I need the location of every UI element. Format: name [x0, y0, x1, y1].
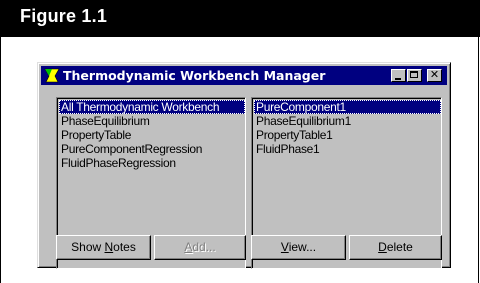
list-item[interactable]: PhaseEquilibrium [59, 114, 245, 128]
add-button[interactable]: Add... [154, 235, 246, 260]
view-button[interactable]: View... [251, 235, 346, 260]
list-item[interactable]: All Thermodynamic Workbench [59, 100, 245, 114]
list-item[interactable]: PureComponentRegression [59, 142, 245, 156]
list-item[interactable]: FluidPhaseRegression [59, 156, 245, 170]
maximize-button[interactable] [407, 69, 422, 82]
add-suffix: dd... [192, 240, 216, 254]
view-suffix: iew... [288, 240, 317, 254]
minimize-button[interactable] [391, 69, 406, 82]
delete-suffix: elete [386, 240, 413, 254]
list-item[interactable]: FluidPhase1 [254, 142, 441, 156]
list-item[interactable]: PropertyTable1 [254, 128, 441, 142]
show-notes-suffix: otes [113, 240, 136, 254]
close-icon: ✕ [429, 68, 440, 81]
show-notes-prefix: Show [71, 240, 105, 254]
delete-mnemonic: D [378, 240, 387, 254]
show-notes-mnemonic: N [104, 240, 114, 254]
show-notes-button[interactable]: Show Notes [56, 235, 151, 260]
maximize-icon [410, 71, 418, 78]
view-mnemonic: V [280, 240, 289, 254]
workbench-manager-window: Thermodynamic Workbench Manager ✕ All Th… [37, 62, 451, 269]
workbench-instances-items: PureComponent1 PhaseEquilibrium1 PropertyT… [254, 100, 441, 156]
delete-button[interactable]: Delete [349, 235, 442, 260]
close-button[interactable]: ✕ [427, 69, 442, 82]
list-item[interactable]: PropertyTable [59, 128, 245, 142]
minimize-icon [395, 78, 401, 80]
figure-header: Figure 1.1 [0, 0, 480, 37]
app-icon [44, 68, 60, 83]
list-item[interactable]: PhaseEquilibrium1 [254, 114, 441, 128]
figure-label: Figure 1.1 [20, 6, 108, 26]
list-item[interactable]: PureComponent1 [254, 100, 441, 114]
window-title: Thermodynamic Workbench Manager [63, 68, 326, 83]
workbench-types-items: All Thermodynamic Workbench PhaseEquilibr… [59, 100, 245, 170]
title-bar[interactable]: Thermodynamic Workbench Manager ✕ [41, 66, 447, 85]
